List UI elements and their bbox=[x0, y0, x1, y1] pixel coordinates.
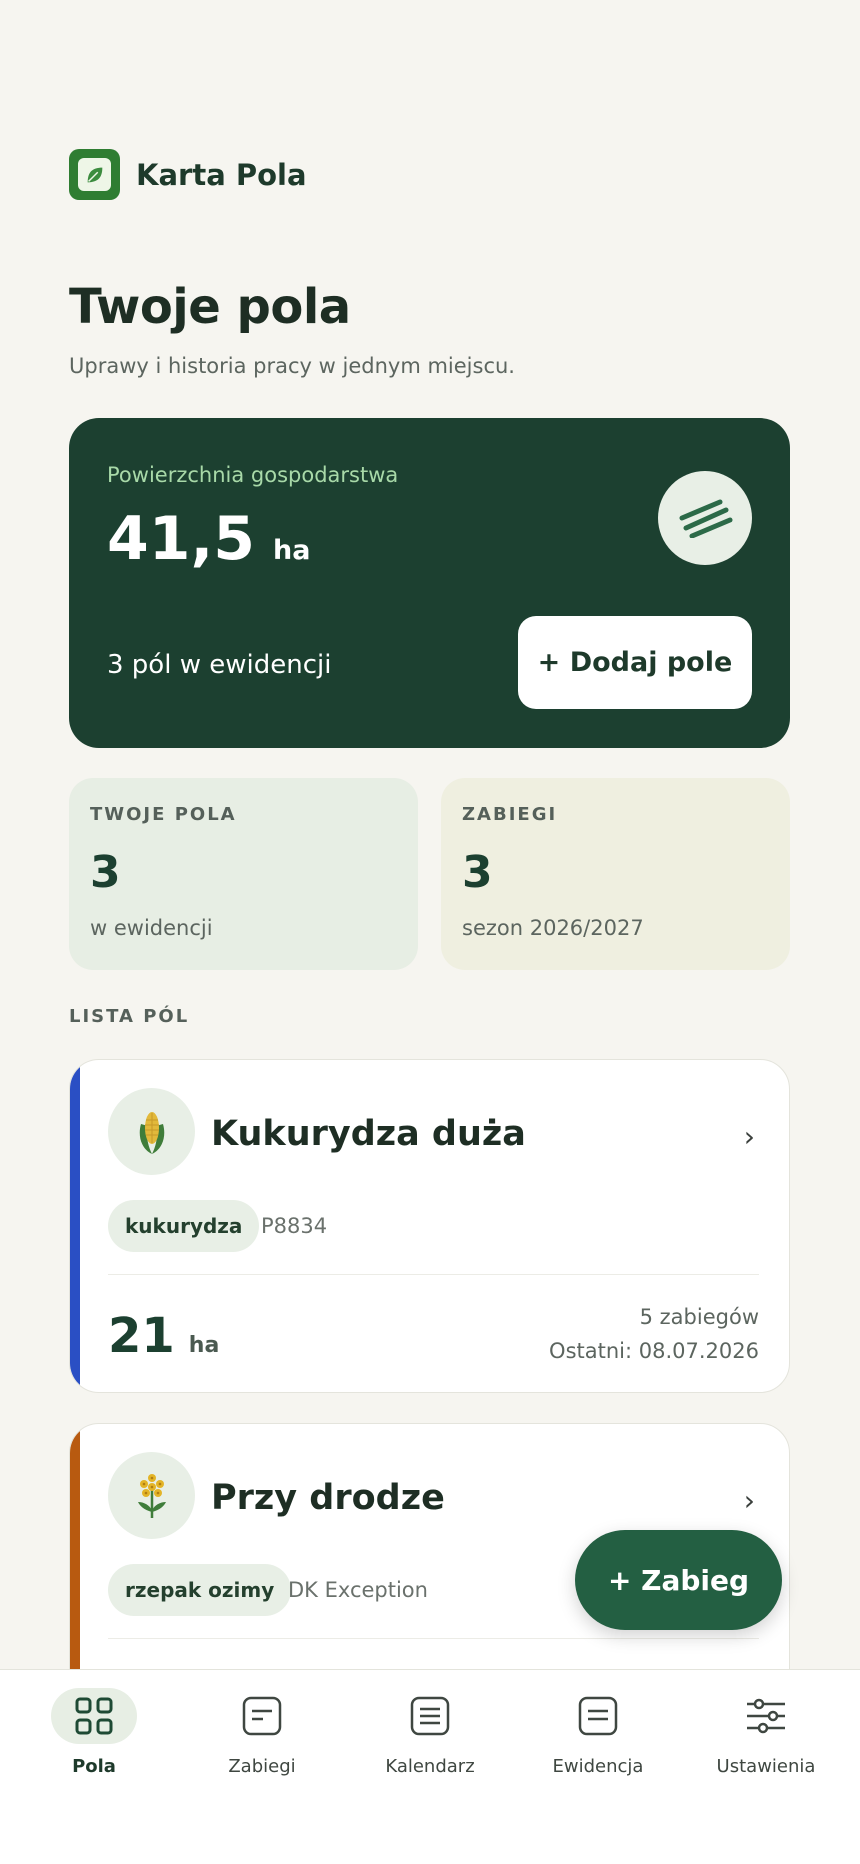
register-icon bbox=[555, 1688, 641, 1744]
grid-icon bbox=[51, 1688, 137, 1744]
bottom-nav: Pola Zabiegi Kalendarz Ewidencja Ustawie… bbox=[0, 1669, 860, 1864]
stat-value: 3 bbox=[462, 847, 493, 898]
field-count-text: 3 pól w ewidencji bbox=[107, 650, 332, 680]
app-header: Karta Pola bbox=[69, 149, 307, 200]
field-area: 21 ha bbox=[108, 1308, 219, 1364]
nav-label: Zabiegi bbox=[228, 1756, 296, 1777]
field-variety: DK Exception bbox=[288, 1578, 428, 1602]
nav-label: Pola bbox=[72, 1756, 116, 1777]
divider bbox=[108, 1274, 759, 1275]
stat-label: ZABIEGI bbox=[462, 804, 558, 825]
field-area-unit: ha bbox=[188, 1333, 220, 1358]
farm-area-number: 41,5 bbox=[107, 504, 256, 574]
field-card[interactable]: Kukurydza duża › kukurydza P8834 21 ha 5… bbox=[69, 1059, 790, 1393]
field-name: Kukurydza duża bbox=[211, 1114, 526, 1154]
app-title: Karta Pola bbox=[136, 157, 307, 192]
operations-count: 5 zabiegów bbox=[639, 1305, 759, 1329]
last-operation-date: Ostatni: 08.07.2026 bbox=[549, 1339, 759, 1363]
field-variety: P8834 bbox=[261, 1214, 328, 1238]
stat-sub: w ewidencji bbox=[90, 916, 213, 940]
corn-icon bbox=[108, 1088, 195, 1175]
field-lines-icon bbox=[658, 471, 752, 565]
stat-sub: sezon 2026/2027 bbox=[462, 916, 644, 940]
farm-area-value: 41,5 ha bbox=[107, 504, 311, 574]
farm-area-label: Powierzchnia gospodarstwa bbox=[107, 463, 399, 487]
nav-item-kalendarz[interactable]: Kalendarz bbox=[355, 1688, 505, 1864]
field-operations: 5 zabiegów Ostatni: 08.07.2026 bbox=[549, 1300, 759, 1368]
field-area-number: 21 bbox=[108, 1308, 175, 1364]
page-title: Twoje pola bbox=[69, 279, 351, 335]
stat-treatments: ZABIEGI 3 sezon 2026/2027 bbox=[441, 778, 790, 970]
crop-tag: rzepak ozimy bbox=[108, 1564, 292, 1616]
field-name: Przy drodze bbox=[211, 1478, 445, 1518]
nav-item-ustawienia[interactable]: Ustawienia bbox=[691, 1688, 841, 1864]
chevron-right-icon[interactable]: › bbox=[744, 1484, 755, 1517]
rapeseed-icon bbox=[108, 1452, 195, 1539]
field-accent bbox=[70, 1060, 80, 1392]
divider bbox=[108, 1638, 759, 1639]
chevron-right-icon[interactable]: › bbox=[744, 1120, 755, 1153]
nav-item-pola[interactable]: Pola bbox=[19, 1688, 169, 1864]
add-treatment-button[interactable]: + Zabieg bbox=[575, 1530, 782, 1630]
nav-item-ewidencja[interactable]: Ewidencja bbox=[523, 1688, 673, 1864]
stat-value: 3 bbox=[90, 847, 121, 898]
leaf-icon bbox=[69, 149, 120, 200]
stat-label: TWOJE POLA bbox=[90, 804, 237, 825]
field-list-heading: LISTA PÓL bbox=[69, 1006, 190, 1027]
treatment-icon bbox=[219, 1688, 305, 1744]
nav-item-zabiegi[interactable]: Zabiegi bbox=[187, 1688, 337, 1864]
add-field-button[interactable]: + Dodaj pole bbox=[518, 616, 752, 709]
page-subtitle: Uprawy i historia pracy w jednym miejscu… bbox=[69, 354, 515, 378]
farm-area-card: Powierzchnia gospodarstwa 41,5 ha 3 pól … bbox=[69, 418, 790, 748]
crop-tag: kukurydza bbox=[108, 1200, 260, 1252]
farm-area-unit: ha bbox=[273, 535, 311, 566]
nav-label: Ewidencja bbox=[552, 1756, 644, 1777]
calendar-list-icon bbox=[387, 1688, 473, 1744]
nav-label: Kalendarz bbox=[385, 1756, 475, 1777]
sliders-icon bbox=[723, 1688, 809, 1744]
nav-label: Ustawienia bbox=[716, 1756, 816, 1777]
stat-fields: TWOJE POLA 3 w ewidencji bbox=[69, 778, 418, 970]
